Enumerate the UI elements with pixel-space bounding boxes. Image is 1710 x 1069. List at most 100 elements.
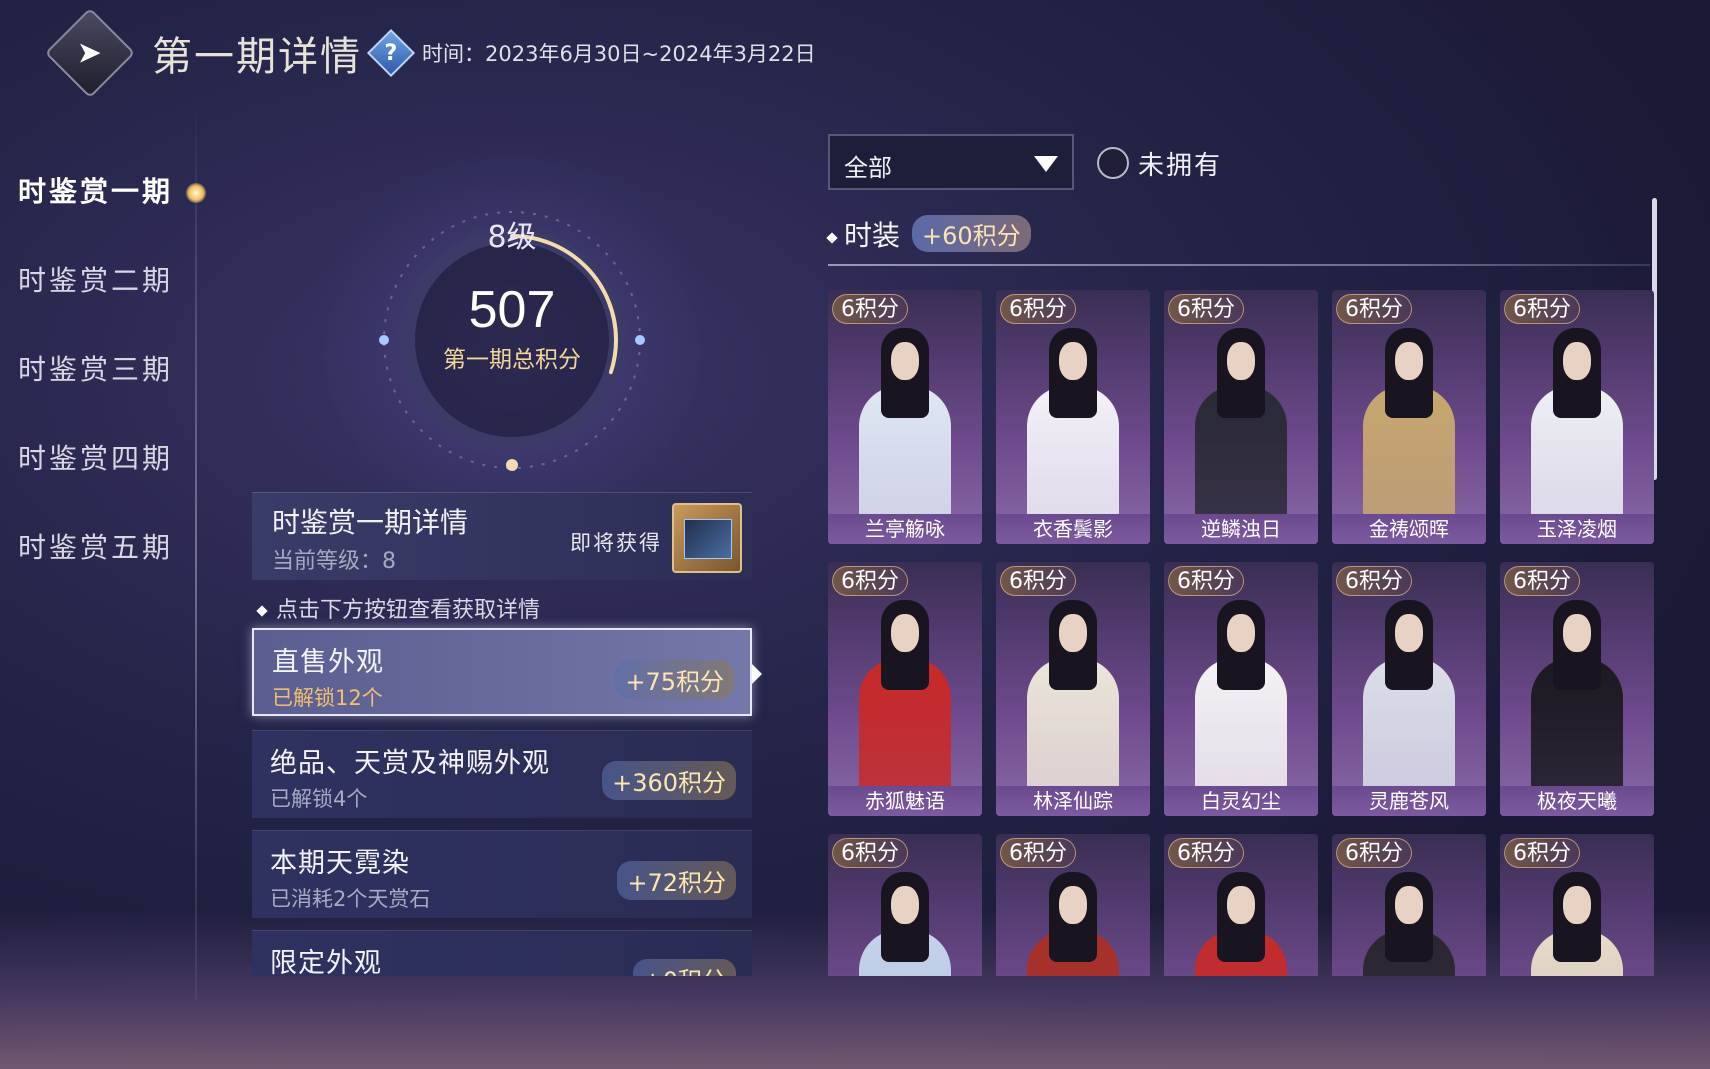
current-level: 当前等级：8 <box>272 549 396 574</box>
category-title: 限定外观 <box>270 948 382 976</box>
character-portrait <box>1527 320 1627 544</box>
character-portrait <box>855 864 955 976</box>
category-dye[interactable]: 本期天霓染 已消耗2个天赏石 +72积分 <box>252 830 752 918</box>
outfit-name: 金祷颂晖 <box>1332 514 1486 544</box>
outfit-card[interactable]: 6积分极夜天曦 <box>1500 562 1654 816</box>
section-title: 时装 <box>826 214 900 254</box>
outfit-points-badge: 6积分 <box>1168 838 1244 868</box>
outfit-name: 赤狐魅语 <box>828 786 982 816</box>
nav-active-indicator <box>186 183 206 203</box>
nav-item-season-2[interactable]: 时鉴赏二期 <box>18 259 173 348</box>
category-points: +360积分 <box>602 761 736 800</box>
character-portrait <box>855 592 955 816</box>
outfit-points-badge: 6积分 <box>1168 566 1244 596</box>
outfit-name: 逆鳞浊日 <box>1164 514 1318 544</box>
category-points: +72积分 <box>617 861 736 900</box>
outfit-card[interactable]: 6积分衣香鬓影 <box>996 290 1150 544</box>
question-mark-icon[interactable]: ? <box>366 28 416 78</box>
outfit-card[interactable]: 6积分 <box>1332 834 1486 976</box>
outfit-name: 林泽仙踪 <box>996 786 1150 816</box>
not-owned-radio[interactable] <box>1097 147 1129 179</box>
outfit-points-badge: 6积分 <box>1000 566 1076 596</box>
soon-label: 即将获得 <box>570 531 662 555</box>
character-portrait <box>1023 592 1123 816</box>
back-button[interactable]: ➤ <box>44 7 136 99</box>
page-title: 第一期详情 <box>152 34 362 80</box>
outfit-card[interactable]: 6积分逆鳞浊日 <box>1164 290 1318 544</box>
character-portrait <box>1023 320 1123 544</box>
filter-dropdown[interactable]: 全部 <box>828 134 1074 190</box>
reward-item-icon[interactable] <box>672 503 742 573</box>
character-portrait <box>1191 320 1291 544</box>
outfit-card[interactable]: 6积分 <box>828 834 982 976</box>
section-points: +60积分 <box>912 215 1031 252</box>
header: ➤ 第一期详情 ? 时间：2023年6月30日~2024年3月22日 <box>44 7 816 99</box>
category-sub: 已消耗2个天赏石 <box>270 887 431 911</box>
chevron-down-icon <box>1034 156 1058 172</box>
dropdown-value: 全部 <box>844 154 892 182</box>
outfit-points-badge: 6积分 <box>1504 566 1580 596</box>
outfit-points-badge: 6积分 <box>1168 294 1244 324</box>
character-portrait <box>1527 592 1627 816</box>
outfit-name: 极夜天曦 <box>1500 786 1654 816</box>
time-range: 时间：2023年6月30日~2024年3月22日 <box>422 42 816 66</box>
character-portrait <box>1359 864 1459 976</box>
back-arrow-icon: ➤ <box>77 35 103 71</box>
category-points: +0积分 <box>632 959 736 976</box>
category-sub: 已解锁4个 <box>270 787 368 811</box>
category-sub: 已解锁12个 <box>272 686 383 710</box>
category-direct-sale[interactable]: 直售外观 已解锁12个 +75积分 <box>252 628 762 716</box>
outfit-points-badge: 6积分 <box>832 838 908 868</box>
character-portrait <box>1191 864 1291 976</box>
outfit-grid: 6积分 兰亭觞咏 6积分 衣香鬓影 6积分 逆鳞浊日 6积分 金祷颂晖 6积分 玉泽凌烟 6积分 赤狐… <box>828 290 1654 976</box>
character-portrait <box>1023 864 1123 976</box>
category-premium[interactable]: 绝品、天赏及神赐外观 已解锁4个 +360积分 <box>252 730 752 818</box>
nav-item-season-3[interactable]: 时鉴赏三期 <box>18 348 173 437</box>
category-title: 本期天霓染 <box>270 848 410 879</box>
outfit-name: 兰亭觞咏 <box>828 514 982 544</box>
outfit-name: 玉泽凌烟 <box>1500 514 1654 544</box>
outfit-points-badge: 6积分 <box>832 566 908 596</box>
outfit-card[interactable]: 6积分玉泽凌烟 <box>1500 290 1654 544</box>
season-nav: 时鉴赏一期 时鉴赏二期 时鉴赏三期 时鉴赏四期 时鉴赏五期 <box>18 170 173 615</box>
outfit-card[interactable]: 6积分赤狐魅语 <box>828 562 982 816</box>
category-points: +75积分 <box>615 660 734 699</box>
hint-text: 点击下方按钮查看获取详情 <box>256 592 540 624</box>
outfit-card[interactable]: 6积分兰亭觞咏 <box>828 290 982 544</box>
character-portrait <box>855 320 955 544</box>
nav-divider <box>195 100 197 1000</box>
outfit-card[interactable]: 6积分 <box>1164 834 1318 976</box>
total-score: 507 <box>468 281 556 339</box>
not-owned-label[interactable]: 未拥有 <box>1138 145 1222 182</box>
nav-item-season-4[interactable]: 时鉴赏四期 <box>18 437 173 526</box>
category-title: 直售外观 <box>272 647 384 678</box>
character-portrait <box>1359 320 1459 544</box>
outfit-points-badge: 6积分 <box>1000 838 1076 868</box>
character-portrait <box>1527 864 1627 976</box>
score-caption: 第一期总积分 <box>443 347 581 373</box>
outfit-points-badge: 6积分 <box>1336 566 1412 596</box>
selected-arrow-icon <box>752 664 762 684</box>
season-detail-card[interactable]: 时鉴赏一期详情 当前等级：8 即将获得 <box>252 492 752 580</box>
outfit-points-badge: 6积分 <box>832 294 908 324</box>
nav-item-season-1[interactable]: 时鉴赏一期 <box>18 170 173 259</box>
level-label: 8级 <box>487 220 537 255</box>
outfit-card[interactable]: 6积分灵鹿苍风 <box>1332 562 1486 816</box>
outfit-name: 灵鹿苍风 <box>1332 786 1486 816</box>
outfit-points-badge: 6积分 <box>1504 294 1580 324</box>
outfit-card[interactable]: 6积分 <box>1500 834 1654 976</box>
section-divider <box>828 264 1650 266</box>
outfit-points-badge: 6积分 <box>1000 294 1076 324</box>
outfit-card[interactable]: 6积分林泽仙踪 <box>996 562 1150 816</box>
category-limited[interactable]: 限定外观 +0积分 <box>252 930 752 976</box>
outfit-card[interactable]: 6积分 金祷颂晖 <box>1332 290 1486 544</box>
character-portrait <box>1191 592 1291 816</box>
character-portrait <box>1359 592 1459 816</box>
outfit-name: 白灵幻尘 <box>1164 786 1318 816</box>
outfit-points-badge: 6积分 <box>1336 838 1412 868</box>
outfit-card[interactable]: 6积分白灵幻尘 <box>1164 562 1318 816</box>
detail-title: 时鉴赏一期详情 <box>272 506 469 539</box>
outfit-card[interactable]: 6积分 <box>996 834 1150 976</box>
outfit-name: 衣香鬓影 <box>996 514 1150 544</box>
nav-item-season-5[interactable]: 时鉴赏五期 <box>18 526 173 615</box>
